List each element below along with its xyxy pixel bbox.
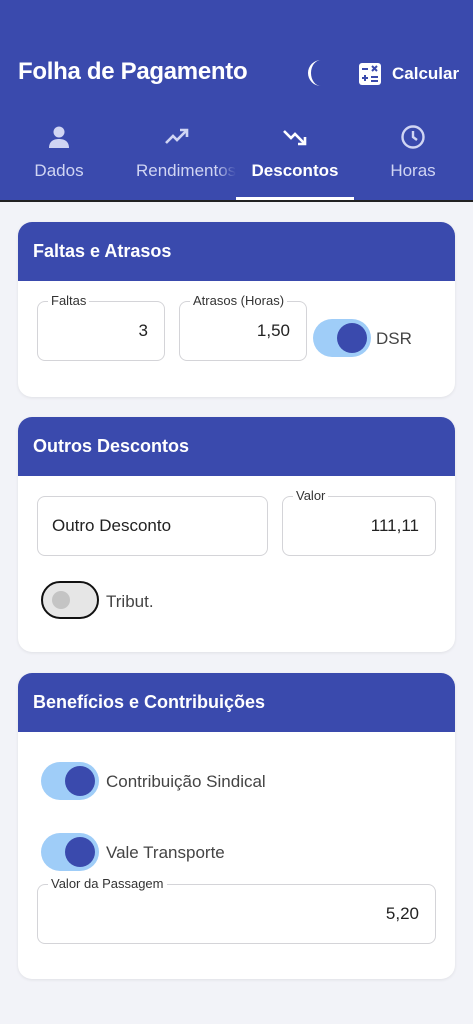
faltas-label: Faltas bbox=[48, 293, 90, 308]
passagem-field[interactable]: Valor da Passagem 5,20 bbox=[37, 876, 436, 944]
moon-icon[interactable] bbox=[304, 58, 330, 88]
transporte-switch[interactable] bbox=[41, 833, 99, 871]
switch-knob bbox=[337, 323, 367, 353]
calculate-label: Calcular bbox=[392, 64, 460, 83]
outro-desconto-field[interactable]: Outro Desconto bbox=[37, 496, 268, 556]
faltas-field[interactable]: Faltas 3 bbox=[37, 293, 165, 361]
tab-descontos[interactable]: Descontos bbox=[236, 118, 354, 200]
calculate-button[interactable]: Calcular bbox=[358, 60, 459, 88]
trending-up-icon bbox=[165, 128, 189, 144]
tab-rendimentos[interactable]: Rendimentos bbox=[118, 118, 236, 200]
valor-value: 111,11 bbox=[370, 516, 419, 535]
sindical-switch[interactable] bbox=[41, 762, 99, 800]
dsr-switch[interactable] bbox=[313, 319, 371, 357]
faltas-value: 3 bbox=[138, 321, 148, 340]
card-title: Benefícios e Contribuições bbox=[18, 673, 455, 732]
card-faltas-atrasos: Faltas e Atrasos Faltas 3 Atrasos (Horas… bbox=[18, 222, 455, 397]
dsr-label: DSR bbox=[376, 329, 412, 348]
card-title: Faltas e Atrasos bbox=[18, 222, 455, 281]
trending-down-icon bbox=[283, 130, 307, 146]
tab-label: Horas bbox=[390, 161, 436, 180]
person-icon bbox=[49, 126, 69, 148]
tab-label: Rendimentos bbox=[136, 161, 236, 180]
card-title: Outros Descontos bbox=[18, 417, 455, 476]
tab-dados[interactable]: Dados bbox=[0, 118, 118, 200]
clock-icon bbox=[401, 125, 425, 149]
card-outros-descontos: Outros Descontos Outro Desconto Valor 11… bbox=[18, 417, 455, 652]
app-bar: Folha de Pagamento Calcular Dados Rendim… bbox=[0, 0, 473, 200]
switch-knob bbox=[52, 591, 70, 609]
switch-knob bbox=[65, 766, 95, 796]
outro-desconto-text: Outro Desconto bbox=[52, 516, 172, 535]
tab-bar: Dados Rendimentos Descontos Horas bbox=[0, 118, 473, 200]
appbar-divider bbox=[0, 200, 473, 202]
sindical-label: Contribuição Sindical bbox=[106, 772, 266, 791]
passagem-label: Valor da Passagem bbox=[48, 876, 167, 891]
card-beneficios: Benefícios e Contribuições Contribuição … bbox=[18, 673, 455, 979]
tribut-label: Tribut. bbox=[106, 592, 154, 611]
valor-label: Valor bbox=[293, 488, 329, 503]
atrasos-value: 1,50 bbox=[256, 321, 290, 340]
valor-field[interactable]: Valor 111,11 bbox=[282, 488, 436, 556]
atrasos-field[interactable]: Atrasos (Horas) 1,50 bbox=[179, 293, 307, 361]
transporte-label: Vale Transporte bbox=[106, 843, 225, 862]
calculator-icon bbox=[359, 63, 381, 85]
switch-knob bbox=[65, 837, 95, 867]
atrasos-label: Atrasos (Horas) bbox=[190, 293, 288, 308]
tab-horas[interactable]: Horas bbox=[354, 118, 472, 200]
tab-label: Descontos bbox=[251, 161, 339, 180]
passagem-value: 5,20 bbox=[385, 904, 419, 923]
app-title: Folha de Pagamento bbox=[18, 58, 248, 85]
tab-label: Dados bbox=[34, 161, 84, 180]
tribut-switch[interactable] bbox=[41, 581, 99, 619]
